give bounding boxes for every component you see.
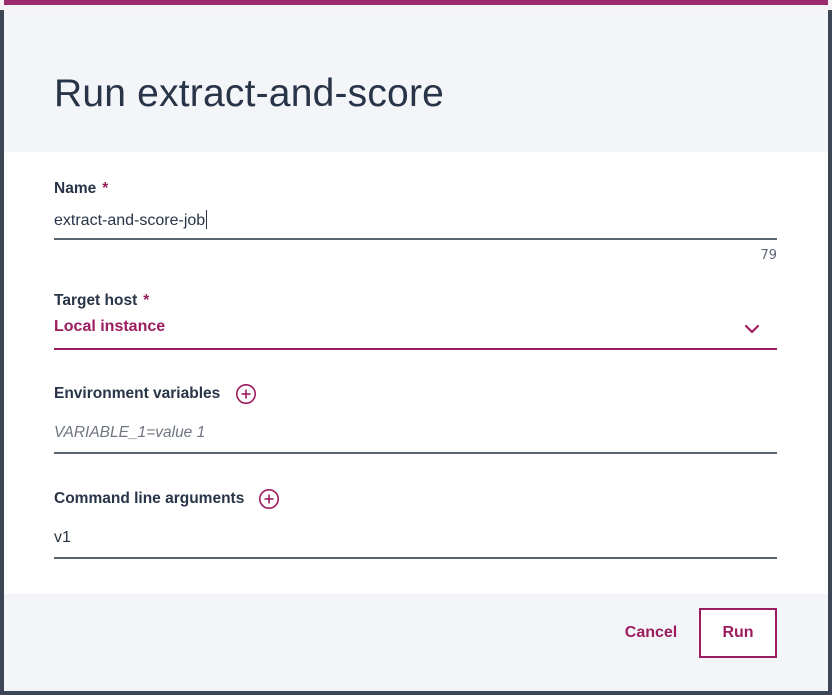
env-vars-placeholder: VARIABLE_1=value 1 bbox=[54, 424, 206, 441]
target-host-select[interactable]: Local instance bbox=[54, 310, 777, 350]
env-vars-input[interactable]: VARIABLE_1=value 1 bbox=[54, 414, 777, 454]
accent-bar bbox=[4, 0, 828, 5]
required-marker: * bbox=[102, 180, 109, 197]
add-env-var-plus-circle-icon[interactable] bbox=[235, 383, 257, 405]
run-dialog: Run extract-and-score Name * extract-and-… bbox=[4, 10, 828, 691]
name-input-value[interactable]: extract-and-score-job bbox=[54, 210, 208, 230]
cancel-button[interactable]: Cancel bbox=[606, 608, 696, 658]
run-button[interactable]: Run bbox=[699, 608, 777, 658]
text-cursor bbox=[206, 210, 208, 229]
dialog-title: Run extract-and-score bbox=[54, 72, 445, 115]
cmd-args-input[interactable]: v1 bbox=[54, 519, 777, 559]
name-label-text: Name bbox=[54, 180, 97, 197]
chevron-down-icon[interactable] bbox=[741, 318, 763, 340]
required-marker: * bbox=[143, 292, 150, 309]
dialog-header: Run extract-and-score bbox=[4, 10, 828, 152]
cmd-args-label: Command line arguments bbox=[54, 490, 245, 507]
target-host-selected: Local instance bbox=[54, 318, 166, 335]
name-input-text: extract-and-score-job bbox=[54, 212, 206, 229]
character-counter: 79 bbox=[760, 248, 777, 263]
target-host-label-text: Target host bbox=[54, 292, 138, 309]
background-strip bbox=[0, 0, 832, 10]
add-cmd-arg-plus-circle-icon[interactable] bbox=[258, 488, 280, 510]
env-vars-label: Environment variables bbox=[54, 385, 221, 402]
name-input[interactable]: extract-and-score-job bbox=[54, 200, 777, 240]
cmd-args-value: v1 bbox=[54, 529, 71, 546]
target-host-label: Target host * bbox=[54, 292, 149, 310]
dialog-footer: Cancel Run bbox=[4, 594, 828, 691]
name-label: Name * bbox=[54, 180, 108, 198]
